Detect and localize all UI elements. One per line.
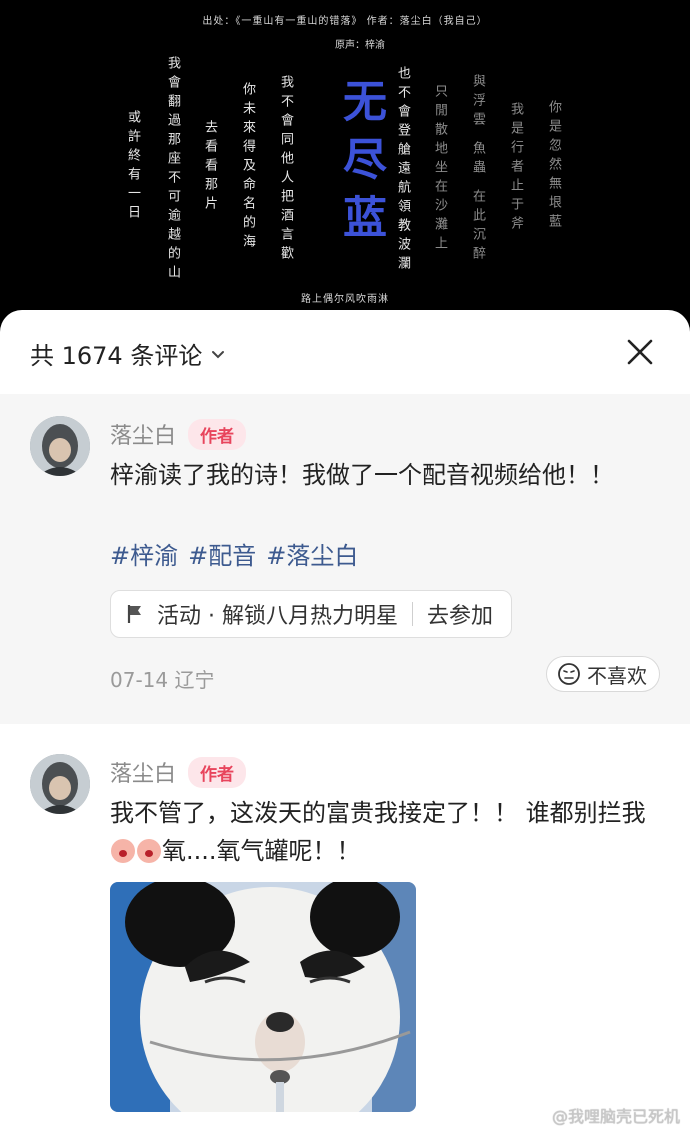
- activity-divider: [411, 602, 413, 626]
- panda-oxygen-meme: [110, 882, 416, 1112]
- comment-author-row: 落尘白 作者: [110, 756, 247, 788]
- flag-icon: [127, 605, 141, 623]
- username[interactable]: 落尘白: [110, 756, 176, 788]
- username[interactable]: 落尘白: [110, 418, 176, 450]
- poem-line: 我會翻過那座不可逾越的山: [165, 56, 180, 284]
- chevron-down-icon: [212, 350, 225, 358]
- video-voice-line: 原声：梓渝: [335, 40, 385, 51]
- video-bottom-line: 路上偶尔风吹雨淋: [301, 294, 389, 305]
- avatar[interactable]: [30, 416, 90, 476]
- comment-tags: #梓渝 #配音 #落尘白: [110, 536, 358, 571]
- author-badge: 作者: [188, 418, 247, 450]
- comment-text: 梓渝读了我的诗！我做了一个配音视频给他！！: [110, 461, 614, 489]
- dislike-label: 不喜欢: [587, 663, 647, 688]
- watermark: @我哩脑壳已死机: [551, 1107, 680, 1126]
- poem-line: 我不會同他人把酒言歡: [278, 75, 293, 265]
- comment-sheet-header: 共 1674 条评论: [0, 310, 690, 394]
- divider: [0, 724, 690, 732]
- hashtag-link[interactable]: #梓渝: [110, 536, 178, 571]
- video-title: 无尽蓝: [335, 78, 386, 252]
- comment-text: 我不管了，这泼天的富贵我接定了！！ 谁都别拦我氧....氧气罐呢！！: [110, 794, 650, 870]
- activity-label: 活动 · 解锁八月热力明星: [157, 604, 398, 629]
- video-player[interactable]: 出处：《一重山有一重山的错落》 作者：落尘白（我自己） 原声：梓渝 或許終有一日…: [0, 0, 690, 320]
- comment-meta: 07-14 辽宁: [110, 668, 215, 692]
- meh-face-icon: [558, 663, 580, 685]
- video-source-line: 出处：《一重山有一重山的错落》 作者：落尘白（我自己）: [202, 16, 488, 27]
- comment-count-selector[interactable]: 共 1674 条评论: [30, 336, 226, 371]
- author-badge: 作者: [188, 756, 247, 788]
- poem-line: 你是忽然無垠藍: [546, 100, 561, 233]
- crying-sticker-icon: [111, 839, 135, 863]
- comment-count-label: 共 1674 条评论: [30, 342, 203, 370]
- dislike-button[interactable]: 不喜欢: [546, 656, 660, 692]
- comment-item: 落尘白 作者 我不管了，这泼天的富贵我接定了！！ 谁都别拦我氧....氧气罐呢！…: [0, 732, 690, 1133]
- poem-line: 與浮雲 魚蟲 在此沉醉: [470, 74, 485, 266]
- close-icon[interactable]: [624, 336, 656, 368]
- poem-line: 去看看那片: [202, 120, 217, 215]
- comment-item: 落尘白 作者 梓渝读了我的诗！我做了一个配音视频给他！！ #梓渝 #配音 #落尘…: [0, 394, 690, 724]
- join-activity-button[interactable]: 去参加: [427, 598, 493, 630]
- poem-line: 你未來得及命名的海: [240, 82, 255, 253]
- meme-image[interactable]: [110, 882, 416, 1112]
- comment-text-part: 我不管了，这泼天的富贵我接定了！！ 谁都别拦我: [110, 799, 646, 827]
- comment-author-row: 落尘白 作者: [110, 418, 247, 450]
- hashtag-link[interactable]: #配音: [188, 536, 256, 571]
- hashtag-link[interactable]: #落尘白: [266, 536, 358, 571]
- crying-sticker-icon: [137, 839, 161, 863]
- comment-sheet: 共 1674 条评论 落尘白 作者 梓渝读了我的诗！我做了一个配音视频给他！！ …: [0, 310, 690, 1133]
- poem-line: 也不會登艙遠航領教波瀾: [395, 66, 410, 275]
- poem-line: 我是行者止于斧: [508, 102, 523, 235]
- avatar[interactable]: [30, 754, 90, 814]
- activity-card[interactable]: 活动 · 解锁八月热力明星 去参加: [110, 590, 512, 638]
- poem-line: 只閒散地坐在沙灘上: [432, 84, 447, 255]
- comment-text-part: 氧....氧气罐呢！！: [162, 837, 361, 865]
- poem-line: 或許終有一日: [125, 110, 140, 224]
